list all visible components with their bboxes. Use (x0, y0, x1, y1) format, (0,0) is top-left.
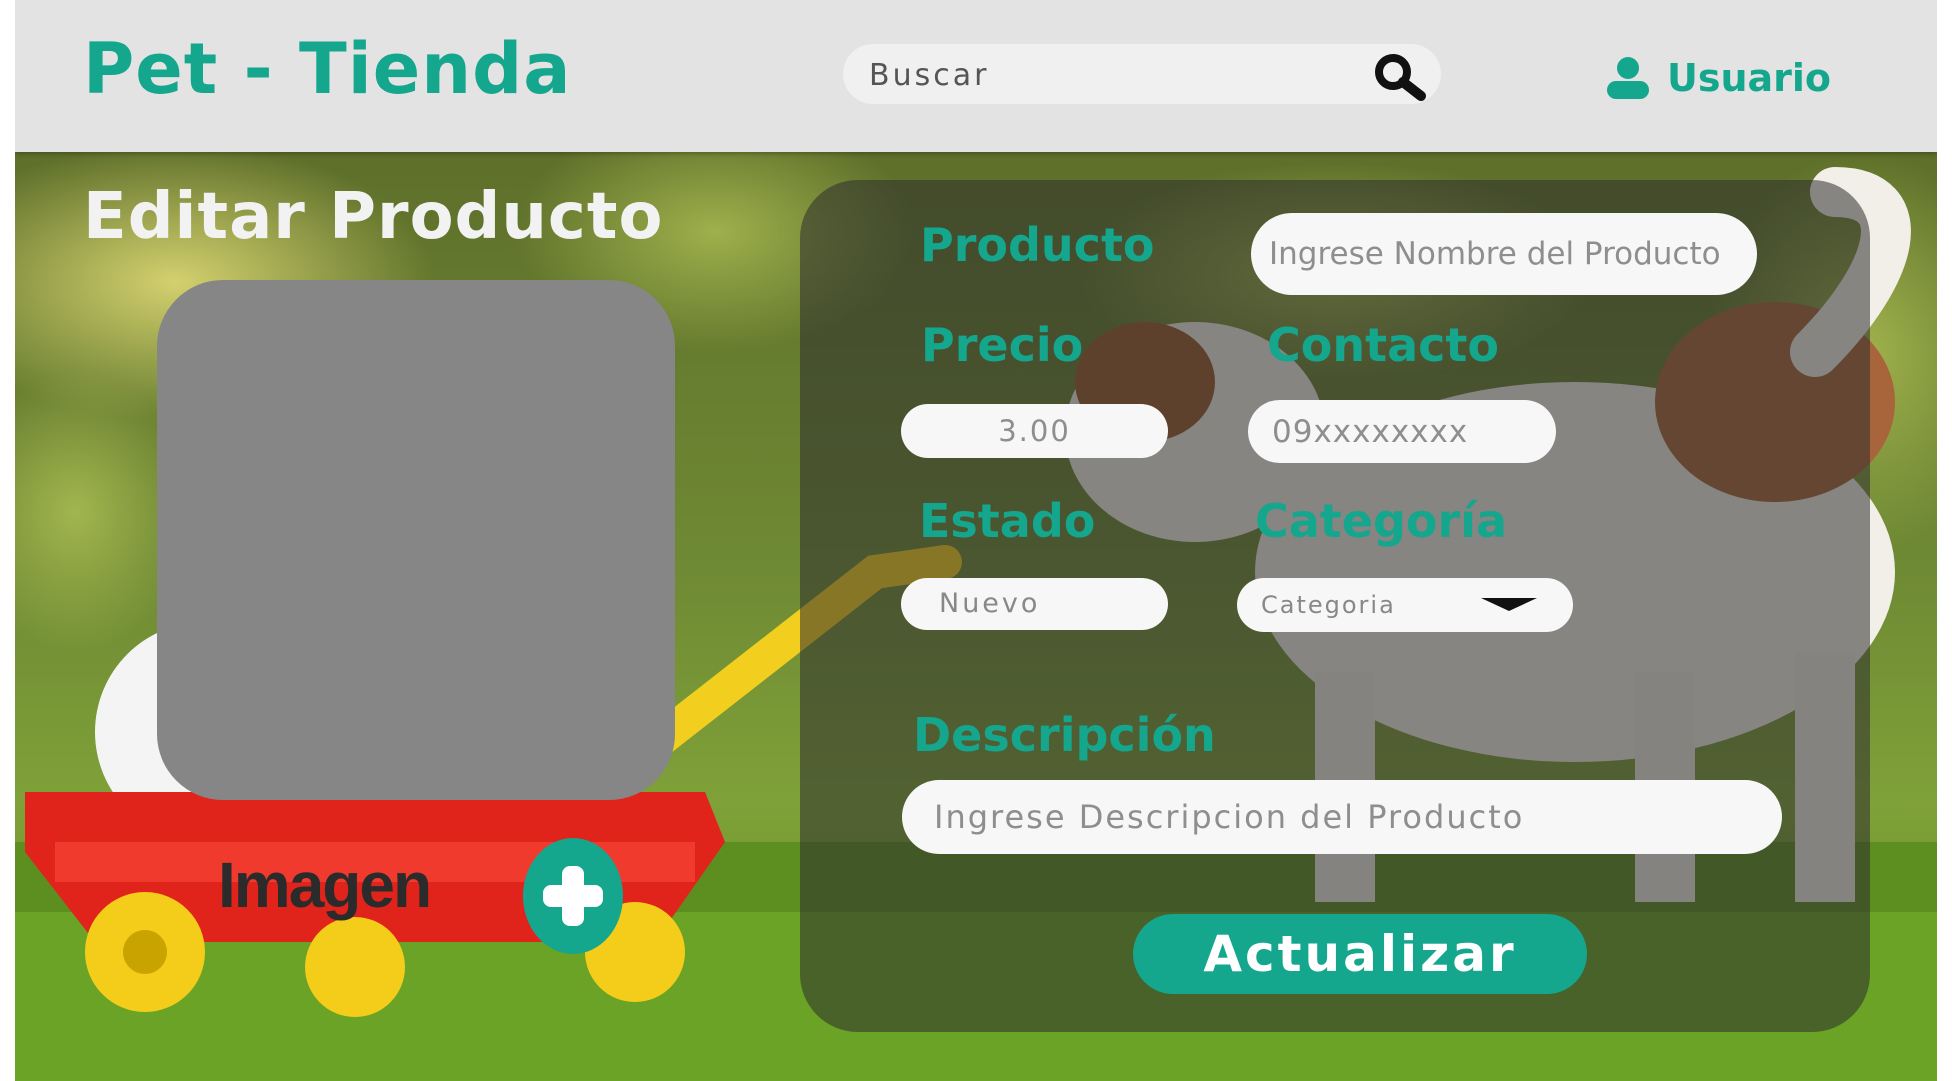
image-label: Imagen (218, 849, 432, 921)
user-icon (1607, 57, 1649, 99)
search-icon[interactable] (1363, 50, 1435, 102)
plus-icon (543, 866, 603, 926)
image-placeholder[interactable] (157, 280, 675, 800)
categoria-select[interactable]: Categoria (1237, 578, 1573, 632)
contacto-label: Contacto (1267, 318, 1499, 372)
producto-label: Producto (920, 218, 1155, 272)
estado-field[interactable]: Nuevo (901, 578, 1168, 630)
categoria-label: Categoría (1255, 494, 1508, 548)
producto-input[interactable] (1251, 213, 1757, 295)
user-label: Usuario (1667, 56, 1832, 100)
top-navbar: Pet - Tienda Usuario (15, 0, 1937, 152)
contacto-input[interactable] (1248, 400, 1556, 463)
precio-input[interactable] (901, 404, 1168, 458)
descripcion-label: Descripción (913, 708, 1216, 762)
precio-label: Precio (921, 318, 1084, 372)
brand-logo[interactable]: Pet - Tienda (83, 28, 571, 110)
add-image-button[interactable] (523, 838, 623, 954)
chevron-down-icon (1481, 598, 1537, 611)
categoria-value: Categoria (1261, 591, 1396, 619)
search-input[interactable] (867, 52, 1341, 98)
app-window: Pet - Tienda Usuario (15, 0, 1937, 1081)
descripcion-input[interactable] (902, 780, 1782, 854)
search-bar (843, 44, 1441, 104)
estado-label: Estado (919, 494, 1096, 548)
page-title: Editar Producto (83, 180, 664, 254)
user-menu[interactable]: Usuario (1605, 50, 1831, 106)
update-button[interactable]: Actualizar (1133, 914, 1587, 994)
